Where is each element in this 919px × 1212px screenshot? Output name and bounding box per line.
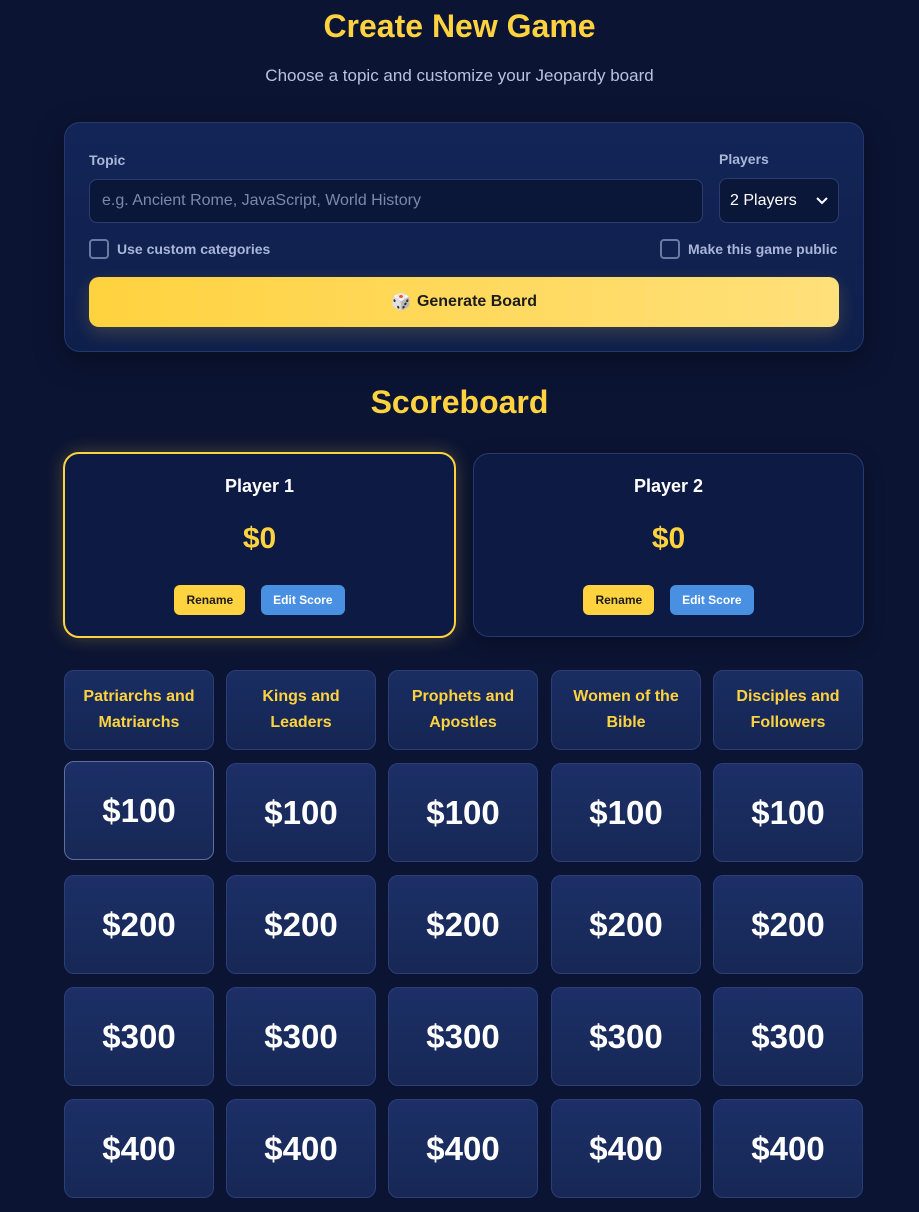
- public-game-option[interactable]: Make this game public: [660, 239, 837, 259]
- player-name: Player 1: [224, 476, 295, 496]
- edit-score-button[interactable]: Edit Score: [261, 585, 345, 615]
- players-select-value: 2 Players: [730, 191, 797, 209]
- player-name: Player 2: [633, 476, 704, 496]
- page-subtitle: Choose a topic and customize your Jeopar…: [265, 66, 654, 85]
- question-cell[interactable]: $200: [713, 875, 863, 974]
- dice-icon: 🎲: [391, 294, 411, 311]
- question-cell[interactable]: $300: [226, 987, 376, 1086]
- question-cell[interactable]: $200: [388, 875, 538, 974]
- category-header: Patriarchs and Matriarchs: [64, 670, 214, 750]
- public-game-checkbox[interactable]: [660, 239, 680, 259]
- question-cell[interactable]: $300: [388, 987, 538, 1086]
- scoreboard-title: Scoreboard: [370, 384, 549, 420]
- question-cell[interactable]: $300: [551, 987, 701, 1086]
- chevron-down-icon: [816, 194, 828, 208]
- custom-categories-label: Use custom categories: [117, 241, 271, 257]
- page-title: Create New Game: [323, 8, 596, 44]
- generate-board-label: Generate Board: [416, 293, 537, 310]
- players-select[interactable]: 2 Players: [719, 178, 839, 223]
- player-score: $0: [651, 522, 686, 555]
- player-card-1[interactable]: Player 1 $0 Rename Edit Score: [63, 452, 456, 638]
- question-cell[interactable]: $300: [64, 987, 214, 1086]
- question-cell[interactable]: $300: [713, 987, 863, 1086]
- player-score: $0: [242, 522, 277, 555]
- question-cell[interactable]: $400: [388, 1099, 538, 1198]
- question-cell[interactable]: $100: [64, 761, 214, 860]
- category-header: Kings and Leaders: [226, 670, 376, 750]
- category-header: Women of the Bible: [551, 670, 701, 750]
- question-cell[interactable]: $400: [713, 1099, 863, 1198]
- player-actions: Rename Edit Score: [65, 585, 454, 615]
- create-game-page: Create New Game Choose a topic and custo…: [0, 0, 919, 1212]
- topic-input[interactable]: [89, 179, 703, 223]
- question-cell[interactable]: $400: [226, 1099, 376, 1198]
- public-game-label: Make this game public: [688, 241, 838, 257]
- custom-categories-checkbox[interactable]: [89, 239, 109, 259]
- question-cell[interactable]: $100: [551, 763, 701, 862]
- question-cell[interactable]: $400: [64, 1099, 214, 1198]
- players-label: Players: [719, 151, 769, 167]
- rename-button[interactable]: Rename: [174, 585, 246, 615]
- generate-board-button[interactable]: 🎲 Generate Board: [89, 277, 839, 327]
- question-cell[interactable]: $100: [388, 763, 538, 862]
- question-cell[interactable]: $400: [551, 1099, 701, 1198]
- question-cell[interactable]: $200: [64, 875, 214, 974]
- category-header: Disciples and Followers: [713, 670, 863, 750]
- game-setup-panel: Topic Players 2 Players Use custom categ…: [64, 122, 864, 352]
- question-cell[interactable]: $100: [226, 763, 376, 862]
- player-card-2[interactable]: Player 2 $0 Rename Edit Score: [473, 453, 864, 637]
- rename-button[interactable]: Rename: [583, 585, 655, 615]
- custom-categories-option[interactable]: Use custom categories: [89, 239, 270, 259]
- question-cell[interactable]: $200: [551, 875, 701, 974]
- category-header: Prophets and Apostles: [388, 670, 538, 750]
- question-cell[interactable]: $100: [713, 763, 863, 862]
- edit-score-button[interactable]: Edit Score: [670, 585, 754, 615]
- player-actions: Rename Edit Score: [474, 585, 863, 615]
- topic-label: Topic: [89, 152, 126, 168]
- question-cell[interactable]: $200: [226, 875, 376, 974]
